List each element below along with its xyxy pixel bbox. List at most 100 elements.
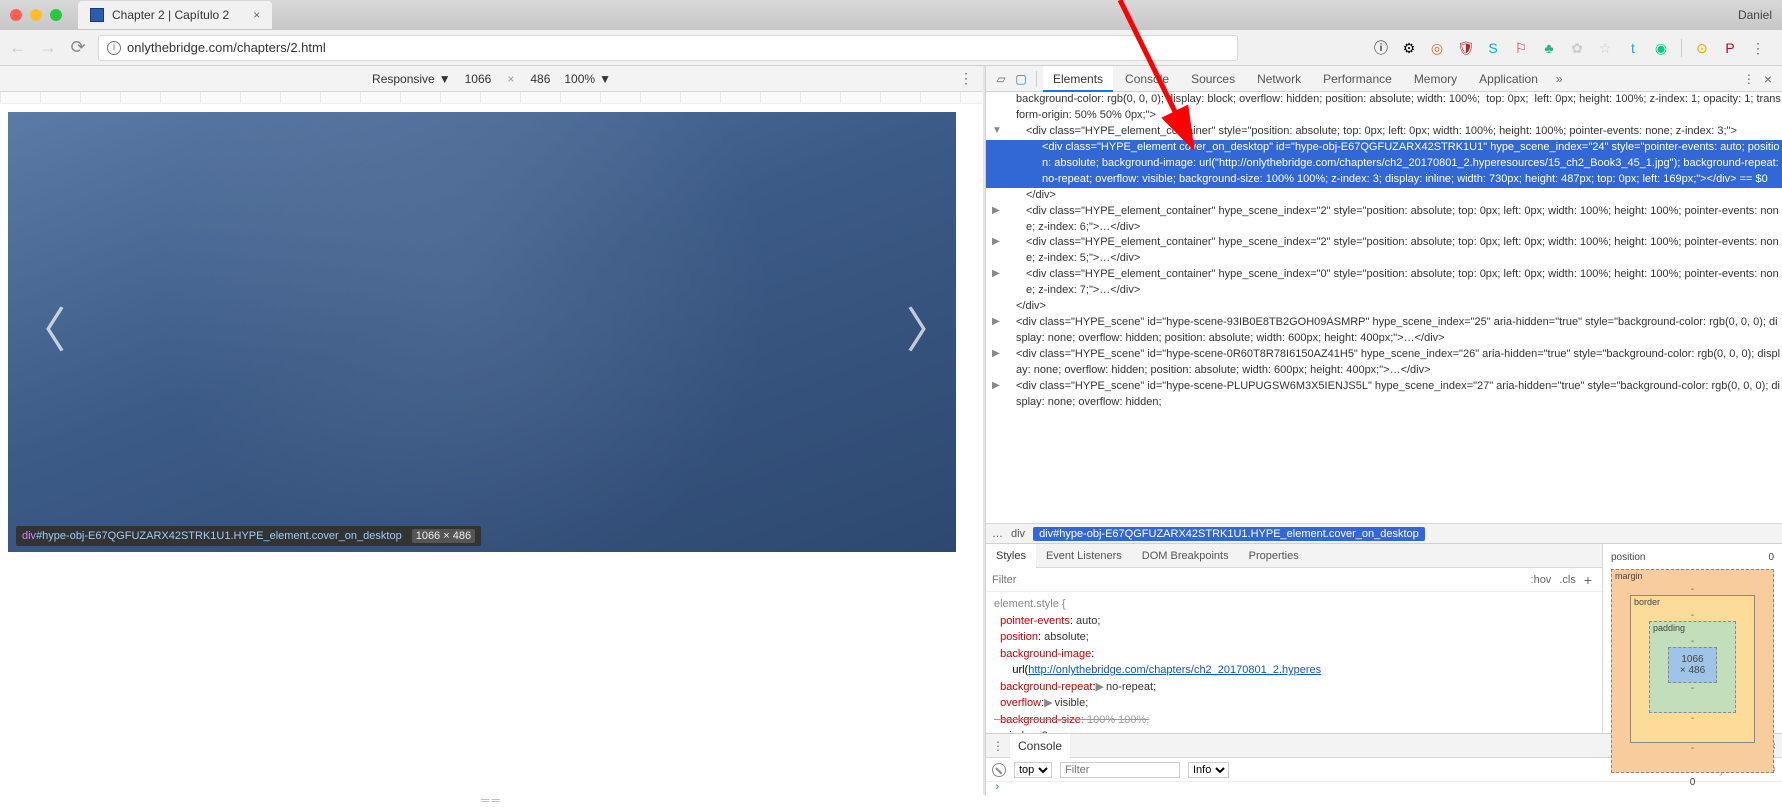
- dom-node[interactable]: ▼<div class="HYPE_element_container" sty…: [986, 124, 1782, 140]
- separator: [1036, 71, 1037, 87]
- console-context-select[interactable]: top: [1014, 762, 1052, 778]
- device-mode-select[interactable]: Responsive▼: [372, 72, 451, 86]
- dimension-x: ×: [507, 72, 514, 86]
- ext-icon[interactable]: ◉: [1653, 40, 1669, 56]
- traffic-lights: [0, 9, 72, 21]
- subtab-styles[interactable]: Styles: [986, 544, 1036, 568]
- ext-icon[interactable]: ⚐: [1513, 40, 1529, 56]
- dom-node[interactable]: ▶<div class="HYPE_element_container" hyp…: [986, 235, 1782, 267]
- tab-title: Chapter 2 | Capítulo 2: [112, 8, 229, 22]
- tab-elements[interactable]: Elements: [1043, 66, 1113, 92]
- tabs-overflow-icon[interactable]: »: [1550, 72, 1569, 86]
- ext-icon[interactable]: 🛡: [1457, 40, 1473, 56]
- crumb-ellipsis[interactable]: …: [992, 528, 1003, 540]
- favicon-icon: [90, 8, 104, 22]
- dom-node[interactable]: </div>: [986, 299, 1782, 315]
- crumb-item-selected[interactable]: div#hype-obj-E67QGFUZARX42STRK1U1.HYPE_e…: [1033, 527, 1425, 541]
- css-rules[interactable]: element.style { pointer-events: auto; po…: [986, 592, 1602, 733]
- prev-slide-button[interactable]: 〈: [18, 297, 58, 367]
- cls-toggle[interactable]: .cls: [1555, 574, 1580, 586]
- drawer-tab-console[interactable]: Console: [1010, 734, 1070, 758]
- ext-icon[interactable]: S: [1485, 40, 1501, 56]
- profile-name[interactable]: Daniel: [1738, 8, 1772, 22]
- dom-node[interactable]: ▶<div class="HYPE_scene" id="hype-scene-…: [986, 315, 1782, 347]
- ext-icon[interactable]: ✿: [1569, 40, 1585, 56]
- new-style-rule-icon[interactable]: +: [1580, 572, 1596, 588]
- dom-node-selected[interactable]: <div class="HYPE_element cover_on_deskto…: [986, 140, 1782, 188]
- ext-icon[interactable]: ◎: [1429, 40, 1445, 56]
- box-model-margin: margin - border - padding - 1066 × 486 -…: [1611, 569, 1774, 773]
- window-minimize-icon[interactable]: [30, 9, 42, 21]
- console-filter-input[interactable]: [1060, 762, 1180, 778]
- dom-node[interactable]: ▶<div class="HYPE_scene" id="hype-scene-…: [986, 347, 1782, 379]
- next-slide-button[interactable]: 〉: [906, 297, 946, 367]
- styles-pane: Styles Event Listeners DOM Breakpoints P…: [986, 543, 1782, 733]
- url-toolbar: ← → ⟳ i onlythebridge.com/chapters/2.htm…: [0, 30, 1782, 66]
- subtab-dom-breakpoints[interactable]: DOM Breakpoints: [1132, 544, 1239, 568]
- close-tab-icon[interactable]: ×: [253, 8, 260, 22]
- window-tab-strip: Chapter 2 | Capítulo 2 × Daniel: [0, 0, 1782, 30]
- subtab-properties[interactable]: Properties: [1239, 544, 1309, 568]
- dom-node[interactable]: ▶<div class="HYPE_scene" id="hype-scene-…: [986, 379, 1782, 411]
- tab-performance[interactable]: Performance: [1313, 66, 1402, 92]
- ext-icon[interactable]: ☆: [1597, 40, 1613, 56]
- device-height-input[interactable]: 486: [530, 72, 550, 86]
- ext-icon[interactable]: t: [1625, 40, 1641, 56]
- device-width-input[interactable]: 1066: [465, 72, 492, 86]
- back-button[interactable]: ←: [8, 37, 28, 58]
- window-close-icon[interactable]: [10, 9, 22, 21]
- window-zoom-icon[interactable]: [50, 9, 62, 21]
- reload-button[interactable]: ⟳: [68, 37, 88, 58]
- ext-icon[interactable]: ♣: [1541, 40, 1557, 56]
- address-bar[interactable]: i onlythebridge.com/chapters/2.html: [98, 35, 1238, 61]
- tab-application[interactable]: Application: [1469, 66, 1548, 92]
- styles-filter-input[interactable]: [992, 574, 1527, 586]
- zoom-select[interactable]: 100%▼: [564, 72, 611, 86]
- tab-memory[interactable]: Memory: [1404, 66, 1467, 92]
- breadcrumb: … div div#hype-obj-E67QGFUZARX42STRK1U1.…: [986, 523, 1782, 543]
- extension-icons: ⓘ ⚙ ◎ 🛡 S ⚐ ♣ ✿ ☆ t ◉ ⊙ P ⋮: [1373, 39, 1774, 57]
- forward-button: →: [38, 37, 58, 58]
- responsive-viewport[interactable]: 〈 〉 div#hype-obj-E67QGFUZARX42STRK1U1.HY…: [8, 112, 956, 552]
- inspect-element-icon[interactable]: ▱: [992, 72, 1010, 86]
- dom-node[interactable]: ▶<div class="HYPE_element_container" hyp…: [986, 204, 1782, 236]
- box-model-position-val: 0: [1768, 552, 1774, 563]
- dom-node[interactable]: </div>: [986, 188, 1782, 204]
- box-model: position0 margin - border - padding - 10…: [1602, 544, 1782, 733]
- device-toggle-icon[interactable]: ▢: [1012, 72, 1030, 86]
- tab-network[interactable]: Network: [1247, 66, 1311, 92]
- devtools-tabs: ▱ ▢ Elements Console Sources Network Per…: [986, 66, 1782, 92]
- crumb-item[interactable]: div: [1011, 528, 1025, 540]
- drawer-menu-icon[interactable]: ⋮: [992, 739, 1004, 753]
- resize-handle-horizontal[interactable]: ══: [472, 793, 512, 799]
- dom-node[interactable]: background-color: rgb(0, 0, 0); display:…: [986, 92, 1782, 124]
- subtab-event-listeners[interactable]: Event Listeners: [1036, 544, 1132, 568]
- box-model-footer: 0: [1611, 777, 1774, 788]
- menu-icon[interactable]: ⋮: [1750, 40, 1766, 56]
- devtools-menu-icon[interactable]: ⋮: [1740, 72, 1758, 86]
- box-model-border: border - padding - 1066 × 486 - -: [1630, 595, 1755, 743]
- dom-tree[interactable]: ••• background-color: rgb(0, 0, 0); disp…: [986, 92, 1782, 523]
- ext-icon[interactable]: P: [1722, 40, 1738, 56]
- inspect-tooltip-dims: 1066 × 486: [412, 529, 475, 543]
- browser-tab[interactable]: Chapter 2 | Capítulo 2 ×: [78, 1, 272, 29]
- styles-subtabs: Styles Event Listeners DOM Breakpoints P…: [986, 544, 1602, 568]
- console-level-select[interactable]: Info: [1188, 762, 1229, 778]
- ext-icon[interactable]: ⓘ: [1373, 40, 1389, 56]
- new-tab-button[interactable]: [278, 1, 308, 29]
- devtools-close-icon[interactable]: ×: [1760, 71, 1776, 87]
- ext-icon[interactable]: ⚙: [1401, 40, 1417, 56]
- tab-sources[interactable]: Sources: [1181, 66, 1245, 92]
- tab-console[interactable]: Console: [1115, 66, 1179, 92]
- css-selector: element.style {: [994, 596, 1594, 613]
- inspect-tooltip: div#hype-obj-E67QGFUZARX42STRK1U1.HYPE_e…: [16, 526, 481, 546]
- site-info-icon[interactable]: i: [107, 41, 121, 55]
- clear-console-icon[interactable]: [992, 763, 1006, 777]
- ext-icon[interactable]: ⊙: [1694, 40, 1710, 56]
- url-text: onlythebridge.com/chapters/2.html: [127, 40, 326, 55]
- dom-node[interactable]: ▶<div class="HYPE_element_container" hyp…: [986, 267, 1782, 299]
- devtools-pane: ▱ ▢ Elements Console Sources Network Per…: [985, 66, 1782, 795]
- device-menu-icon[interactable]: ⋮: [959, 70, 973, 87]
- hov-toggle[interactable]: :hov: [1527, 574, 1556, 586]
- page-preview-pane: Responsive▼ 1066 × 486 100%▼ ⋮ 〈 〉 div#h…: [0, 66, 983, 795]
